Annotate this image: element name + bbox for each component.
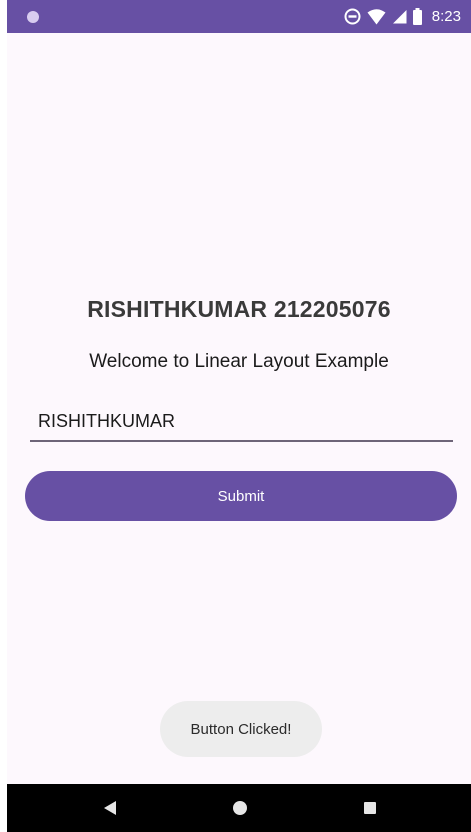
recents-icon[interactable] [364, 802, 376, 814]
signal-icon [392, 9, 407, 24]
back-icon[interactable] [103, 800, 117, 821]
status-bar: 8:23 [7, 0, 471, 33]
home-icon[interactable] [233, 801, 247, 815]
battery-icon [412, 8, 422, 25]
submit-button[interactable]: Submit [25, 471, 457, 521]
status-time: 8:23 [431, 8, 461, 25]
navigation-bar [7, 784, 471, 832]
name-input[interactable] [38, 405, 448, 437]
page-title: RISHITHKUMAR 212205076 [87, 296, 391, 322]
status-icons: 8:23 [344, 0, 461, 33]
app-screen: 8:23 RISHITHKUMAR 212205076 Welcome to L… [7, 0, 471, 832]
welcome-text: Welcome to Linear Layout Example [89, 351, 389, 372]
toast-message: Button Clicked! [160, 701, 322, 757]
notification-dot-icon [27, 11, 39, 23]
name-input-container [30, 403, 453, 442]
wifi-icon [367, 8, 386, 25]
do-not-disturb-icon [344, 8, 361, 25]
